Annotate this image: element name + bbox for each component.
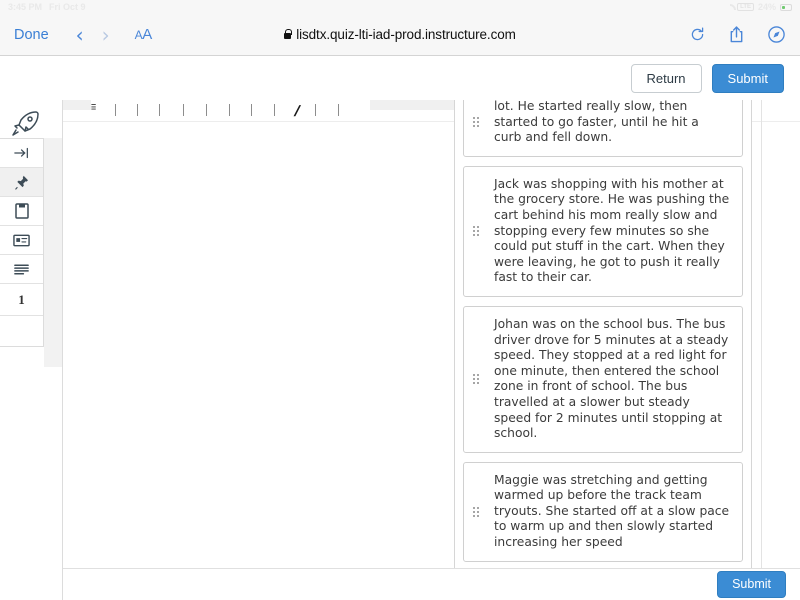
battery-percent: 24%: [757, 2, 776, 12]
share-icon[interactable]: [728, 25, 745, 44]
status-time: 3:45 PM: [8, 2, 43, 12]
list-item[interactable]: Jack was shopping with his mother at the…: [463, 165, 743, 297]
safari-toolbar-right: [689, 25, 786, 44]
return-button[interactable]: Return: [630, 63, 702, 93]
text-size-button[interactable]: AA: [135, 26, 153, 43]
network-badge: LTE: [737, 3, 754, 11]
status-date: Fri Oct 9: [49, 2, 86, 12]
drag-handle-icon[interactable]: [468, 226, 484, 237]
submit-button-bottom[interactable]: Submit: [717, 571, 786, 598]
submit-button-top[interactable]: Submit: [711, 63, 784, 93]
rocket-icon: [10, 110, 40, 138]
url-bar[interactable]: lisdtx.quiz-lti-iad-prod.instructure.com: [0, 27, 800, 42]
ruler-tick: [315, 104, 316, 116]
rail-gutter: [44, 138, 62, 367]
list-item[interactable]: lot. He started really slow, then starte…: [463, 100, 743, 157]
url-text: lisdtx.quiz-lti-iad-prod.instructure.com: [296, 27, 516, 42]
ruler-tick: [159, 104, 160, 116]
reload-icon[interactable]: [689, 26, 706, 43]
back-icon[interactable]: ‹: [67, 25, 93, 45]
tool-rail: 1: [0, 138, 44, 347]
lock-icon: [284, 29, 293, 39]
answer-cards-panel: lot. He started really slow, then starte…: [454, 100, 752, 600]
done-button[interactable]: Done: [14, 27, 49, 43]
card-text: lot. He started really slow, then starte…: [494, 100, 699, 145]
status-bar-left: 3:45 PM Fri Oct 9: [8, 2, 86, 12]
ruler-tick: [183, 104, 184, 116]
ruler-tick: [274, 104, 275, 116]
workspace: 1 ≡ / lot. He started really slow, then …: [0, 100, 800, 600]
status-bar-right: LTE 24%: [723, 2, 792, 12]
bottom-action-bar: Submit: [63, 568, 800, 600]
sidebar-item-tool-pin[interactable]: [0, 168, 43, 197]
sidebar-item-tool-indent[interactable]: [0, 139, 43, 168]
ruler-tick: [206, 104, 207, 116]
panel-right-edge: [761, 100, 762, 600]
card-text: Johan was on the school bus. The bus dri…: [494, 316, 729, 441]
sidebar-item-tool-lines[interactable]: [0, 255, 43, 284]
drag-handle-icon[interactable]: [468, 374, 484, 385]
tab-stop-icon[interactable]: /: [292, 103, 302, 120]
text-size-large-a: A: [142, 26, 152, 43]
card-text: Maggie was stretching and getting warmed…: [494, 472, 730, 550]
sidebar-item-tool-notebook[interactable]: [0, 197, 43, 226]
sidebar-item-tool-card[interactable]: [0, 226, 43, 255]
wifi-icon: [723, 3, 733, 11]
safari-toolbar: Done ‹ › AA lisdtx.quiz-lti-iad-prod.ins…: [0, 14, 800, 56]
card-text: Jack was shopping with his mother at the…: [494, 176, 730, 285]
ruler-tick: [251, 104, 252, 116]
ios-status-bar: 3:45 PM Fri Oct 9 LTE 24%: [0, 0, 800, 14]
rail-empty-slot: [0, 316, 43, 346]
ruler-tick: [229, 104, 230, 116]
ruler-tick: [115, 104, 116, 116]
drag-handle-icon[interactable]: [468, 506, 484, 517]
forward-icon[interactable]: ›: [93, 25, 119, 45]
compass-icon[interactable]: [767, 25, 786, 44]
drag-handle-icon[interactable]: [468, 117, 484, 128]
list-item[interactable]: Johan was on the school bus. The bus dri…: [463, 305, 743, 453]
quiz-app-toolbar: Return Submit: [0, 56, 800, 100]
ruler-strip-left: [63, 100, 91, 110]
battery-icon: [780, 3, 792, 11]
document-area: ≡ / lot. He started really slow, then st…: [62, 100, 800, 600]
ruler-tick: [137, 104, 138, 116]
ruler-tick: [338, 104, 339, 116]
list-item[interactable]: Maggie was stretching and getting warmed…: [463, 461, 743, 562]
page-number[interactable]: 1: [0, 284, 43, 316]
indent-marker[interactable]: ≡: [91, 100, 96, 114]
vertical-scrollbar[interactable]: [790, 100, 796, 600]
